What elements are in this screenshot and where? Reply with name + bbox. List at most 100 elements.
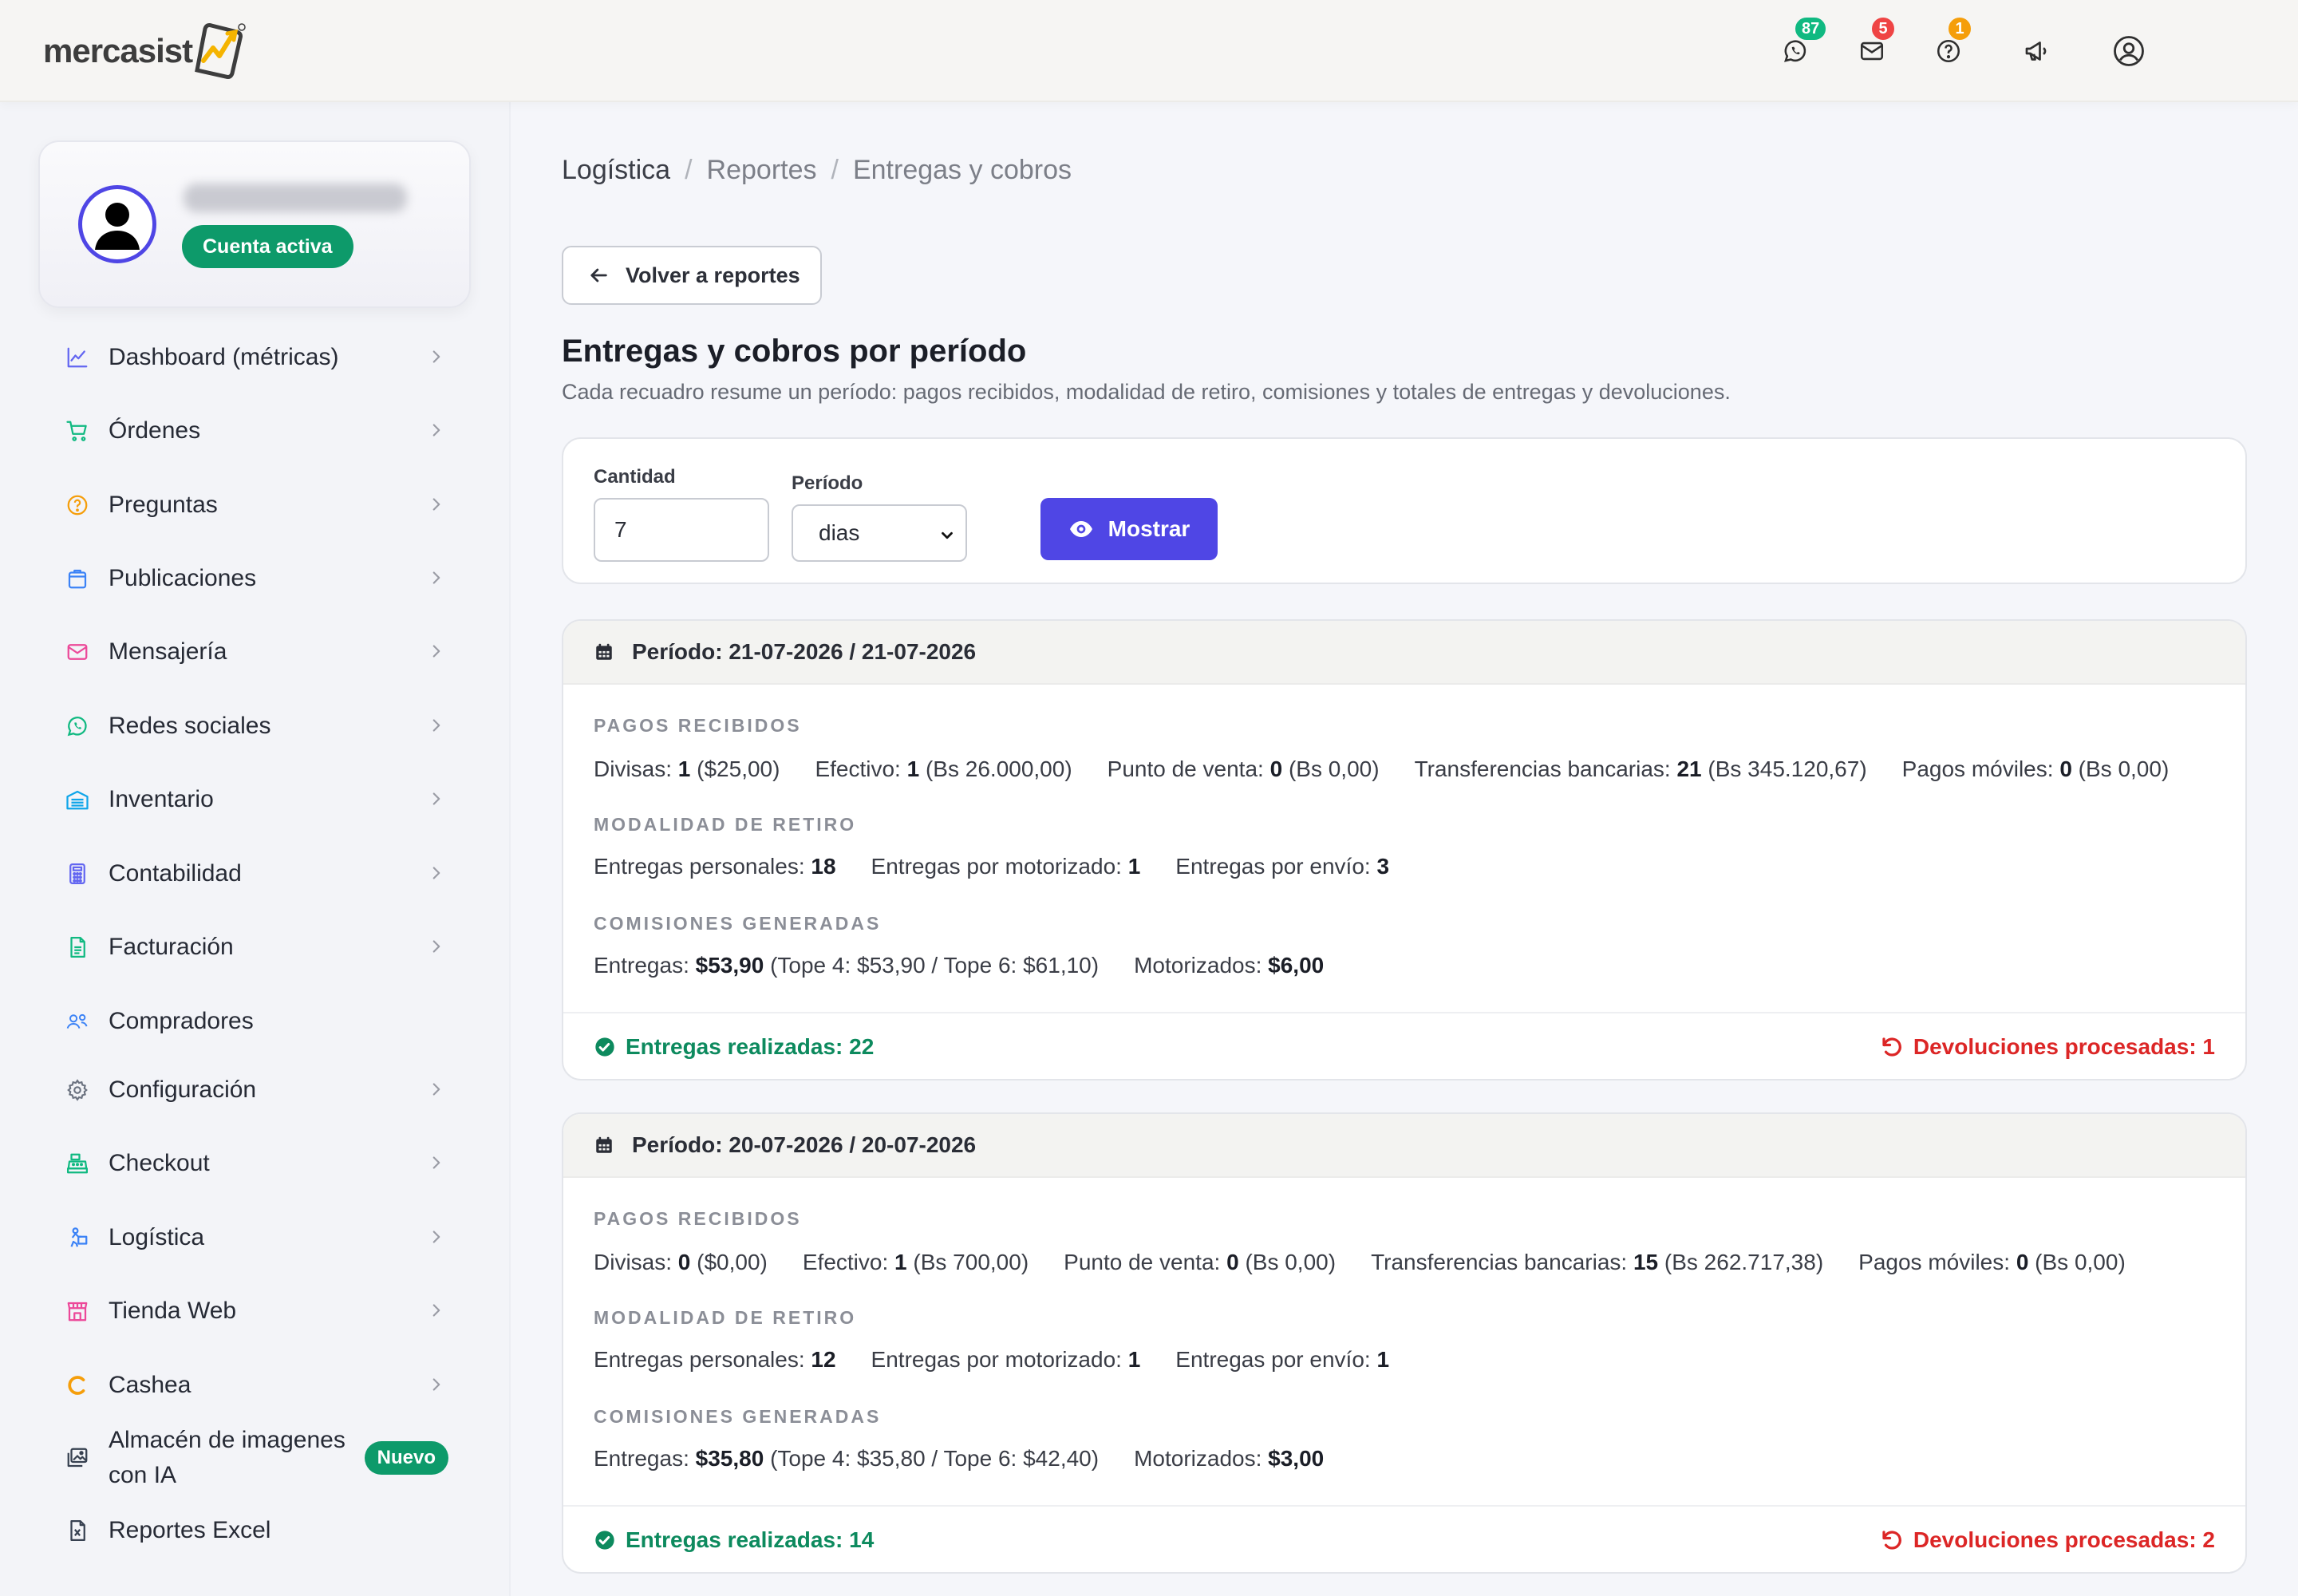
sidebar-item-images[interactable]: Almacén de imagenes con IA Nuevo	[64, 1422, 448, 1494]
payment-punto-venta-amount: (Bs 0,00)	[1288, 757, 1380, 781]
period-card: Período: 21-07-2026 / 21-07-2026 PAGOS R…	[562, 619, 2247, 1080]
payment-moviles: Pagos móviles: 0 (Bs 0,00)	[1858, 1250, 2126, 1275]
deliveries-completed-text: Entregas realizadas: 22	[626, 1034, 875, 1059]
back-to-reports-button[interactable]: Volver a reportes	[562, 246, 822, 305]
sidebar-item-label: Dashboard (métricas)	[109, 344, 339, 370]
sidebar-item-label: Cashea	[109, 1372, 192, 1398]
pickup-personal-count: 12	[811, 1347, 836, 1372]
commissions-row: Entregas: $53,90 (Tope 4: $53,90 / Tope …	[594, 953, 1359, 978]
sidebar-item-calculator[interactable]: Contabilidad	[64, 850, 447, 898]
pickup-envio-count: 1	[1376, 1347, 1390, 1372]
returns-processed: Devoluciones procesadas: 1	[1880, 1034, 2215, 1060]
main-content: Logística / Reportes / Entregas y cobros…	[511, 102, 2298, 1596]
whatsapp-notifications-button[interactable]: 87	[1779, 16, 1828, 67]
chevron-right-icon	[426, 1300, 447, 1325]
commissions-row: Entregas: $35,80 (Tope 4: $35,80 / Tope …	[594, 1446, 1359, 1472]
gear-icon	[64, 1077, 91, 1104]
sidebar-item-label: Compradores	[109, 1008, 254, 1034]
breadcrumb: Logística / Reportes / Entregas y cobros	[562, 155, 1072, 186]
payment-transferencias-label: Transferencias bancarias:	[1371, 1250, 1628, 1274]
mail-notifications-button[interactable]: 5	[1856, 16, 1896, 67]
warehouse-icon	[64, 786, 91, 813]
pickup-envio-label: Entregas por envío:	[1175, 854, 1371, 879]
section-pickup-heading: MODALIDAD DE RETIRO	[594, 1307, 857, 1328]
payment-moviles-amount: (Bs 0,00)	[2078, 757, 2170, 781]
sidebar-item-mail[interactable]: Mensajería	[64, 628, 447, 676]
cashea-icon	[64, 1372, 91, 1399]
commission-motorizados: Motorizados: $6,00	[1134, 953, 1324, 978]
sidebar-item-users[interactable]: Compradores	[64, 998, 447, 1045]
payment-transferencias: Transferencias bancarias: 21 (Bs 345.120…	[1415, 757, 1867, 782]
profile-card: Cuenta activa	[38, 140, 471, 308]
sidebar-item-label: Facturación	[109, 934, 234, 960]
help-notifications-button[interactable]: 1	[1933, 16, 1972, 67]
avatar[interactable]	[78, 185, 156, 263]
sidebar-item-chart-line[interactable]: Dashboard (métricas)	[64, 334, 447, 381]
logo-text: mercasist	[43, 32, 193, 69]
calendar-icon	[596, 643, 612, 660]
commission-motorizados-label: Motorizados:	[1134, 1446, 1262, 1471]
sidebar-item-cart[interactable]: Órdenes	[64, 407, 447, 455]
breadcrumb-reportes[interactable]: Reportes	[707, 155, 817, 186]
announcements-button[interactable]	[2020, 35, 2052, 67]
profile-name-redacted	[184, 184, 407, 212]
commission-motorizados-label: Motorizados:	[1134, 953, 1262, 978]
pickup-motorizado-label: Entregas por motorizado:	[871, 854, 1122, 879]
back-button-label: Volver a reportes	[626, 263, 800, 287]
sidebar-item-label: Órdenes	[109, 417, 201, 444]
sidebar-item-gear[interactable]: Configuración	[64, 1066, 447, 1114]
commission-entregas-label: Entregas:	[594, 953, 689, 978]
sidebar-item-store[interactable]: Tienda Web	[64, 1287, 447, 1335]
sidebar-item-excel[interactable]: Reportes Excel	[64, 1507, 447, 1555]
period-value: dias	[819, 520, 860, 545]
payment-efectivo-count: 1	[894, 1250, 907, 1274]
returns-processed-text: Devoluciones procesadas: 1	[1913, 1034, 2215, 1059]
section-commissions-heading: COMISIONES GENERADAS	[594, 913, 882, 934]
user-menu-button[interactable]	[2111, 34, 2146, 69]
payment-divisas-label: Divisas:	[594, 1250, 673, 1274]
sidebar-item-bag[interactable]: Publicaciones	[64, 555, 447, 602]
sidebar-item-whatsapp[interactable]: Redes sociales	[64, 702, 447, 750]
commission-entregas-count: $53,90	[695, 953, 764, 978]
mail-icon	[64, 638, 91, 666]
payment-punto-venta-count: 0	[1269, 757, 1283, 781]
commission-motorizados-count: $6,00	[1268, 953, 1325, 978]
show-button[interactable]: Mostrar	[1040, 498, 1218, 560]
pickup-motorizado-label: Entregas por motorizado:	[871, 1347, 1122, 1372]
quantity-input[interactable]: 7	[594, 498, 769, 562]
help-icon	[1937, 39, 1960, 63]
check-circle-icon	[595, 1037, 614, 1057]
chevron-right-icon	[426, 641, 447, 666]
sidebar-item-warehouse[interactable]: Inventario	[64, 776, 447, 824]
brand-logo[interactable]: mercasist	[43, 21, 247, 81]
commission-motorizados-count: $3,00	[1268, 1446, 1325, 1471]
payment-moviles: Pagos móviles: 0 (Bs 0,00)	[1902, 757, 2170, 782]
pickup-motorizado: Entregas por motorizado: 1	[871, 1347, 1141, 1373]
sidebar-item-invoice[interactable]: Facturación	[64, 923, 447, 971]
payment-divisas-count: 1	[677, 757, 691, 781]
payment-transferencias: Transferencias bancarias: 15 (Bs 262.717…	[1371, 1250, 1823, 1275]
images-icon	[64, 1444, 91, 1472]
payment-efectivo-label: Efectivo:	[802, 1250, 889, 1274]
payment-punto-venta: Punto de venta: 0 (Bs 0,00)	[1064, 1250, 1336, 1275]
sidebar-item-question[interactable]: Preguntas	[64, 481, 447, 529]
breadcrumb-separator: /	[685, 155, 693, 185]
sidebar-item-cash-register[interactable]: Checkout	[64, 1140, 447, 1187]
sidebar-item-delivery[interactable]: Logística	[64, 1214, 447, 1262]
sidebar-item-label-line: con IA	[109, 1462, 177, 1488]
sidebar-item-label: Tienda Web	[109, 1298, 237, 1324]
period-select[interactable]: dias	[792, 504, 967, 562]
payment-punto-venta-count: 0	[1226, 1250, 1239, 1274]
sidebar-item-cashea[interactable]: Cashea	[64, 1361, 447, 1409]
arrow-left-icon	[590, 268, 607, 282]
whatsapp-icon	[1784, 40, 1806, 62]
payment-moviles-amount: (Bs 0,00)	[2035, 1250, 2126, 1274]
breadcrumb-logistica[interactable]: Logística	[562, 155, 670, 186]
cash-register-icon	[64, 1150, 91, 1177]
payment-punto-venta-label: Punto de venta:	[1107, 757, 1264, 781]
chevron-right-icon	[426, 715, 447, 740]
deliveries-completed: Entregas realizadas: 22	[594, 1034, 874, 1060]
account-status-badge: Cuenta activa	[182, 225, 353, 268]
eye-icon	[1069, 521, 1092, 537]
pickup-personal-count: 18	[811, 854, 836, 879]
